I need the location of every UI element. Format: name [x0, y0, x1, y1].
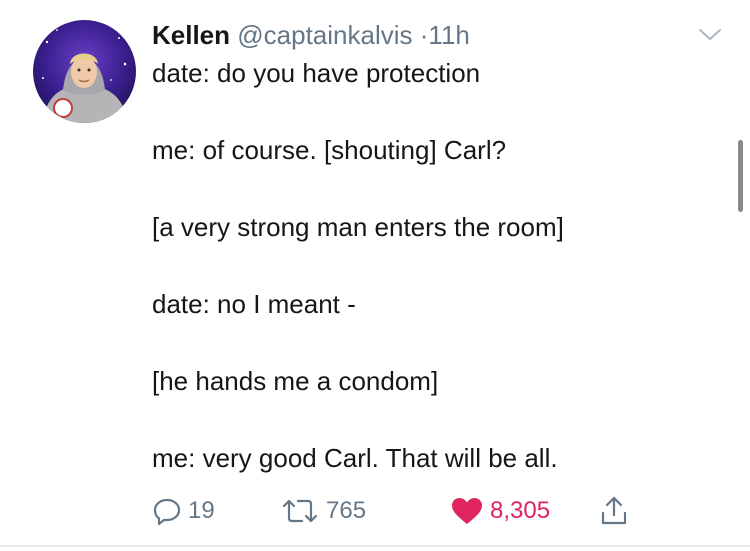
tweet-actions: 19 765 8,305: [152, 493, 652, 529]
share-button[interactable]: [599, 493, 629, 529]
heart-icon: [452, 498, 482, 524]
tweet-header: Kellen @captainkalvis ·11h: [152, 19, 470, 51]
author-name[interactable]: Kellen: [152, 20, 230, 50]
scrollbar[interactable]: [738, 140, 743, 212]
tweet-timestamp[interactable]: 11h: [428, 20, 469, 50]
tweet-text: date: do you have protection me: of cour…: [152, 57, 712, 474]
reply-button[interactable]: 19: [152, 493, 215, 529]
reply-icon: [153, 498, 181, 526]
tweet-line: me: very good Carl. That will be all.: [152, 443, 558, 473]
like-count: 8,305: [490, 497, 551, 524]
author-handle[interactable]: @captainkalvis: [237, 20, 412, 50]
retweet-icon: [282, 499, 318, 523]
reply-count: 19: [188, 497, 215, 524]
tweet: Kellen @captainkalvis ·11h date: do you …: [0, 0, 750, 551]
tweet-line: [a very strong man enters the room]: [152, 212, 564, 242]
avatar[interactable]: [33, 20, 136, 123]
tweet-line: [he hands me a condom]: [152, 366, 439, 396]
share-icon: [601, 496, 627, 525]
tweet-line: me: of course. [shouting] Carl?: [152, 135, 507, 165]
like-button[interactable]: 8,305: [450, 493, 550, 529]
chevron-down-icon[interactable]: [697, 24, 723, 44]
retweet-count: 765: [326, 497, 367, 524]
divider: [0, 545, 750, 547]
tweet-line: date: no I meant -: [152, 289, 356, 319]
retweet-button[interactable]: 765: [280, 493, 366, 529]
tweet-line: date: do you have protection: [152, 58, 481, 88]
